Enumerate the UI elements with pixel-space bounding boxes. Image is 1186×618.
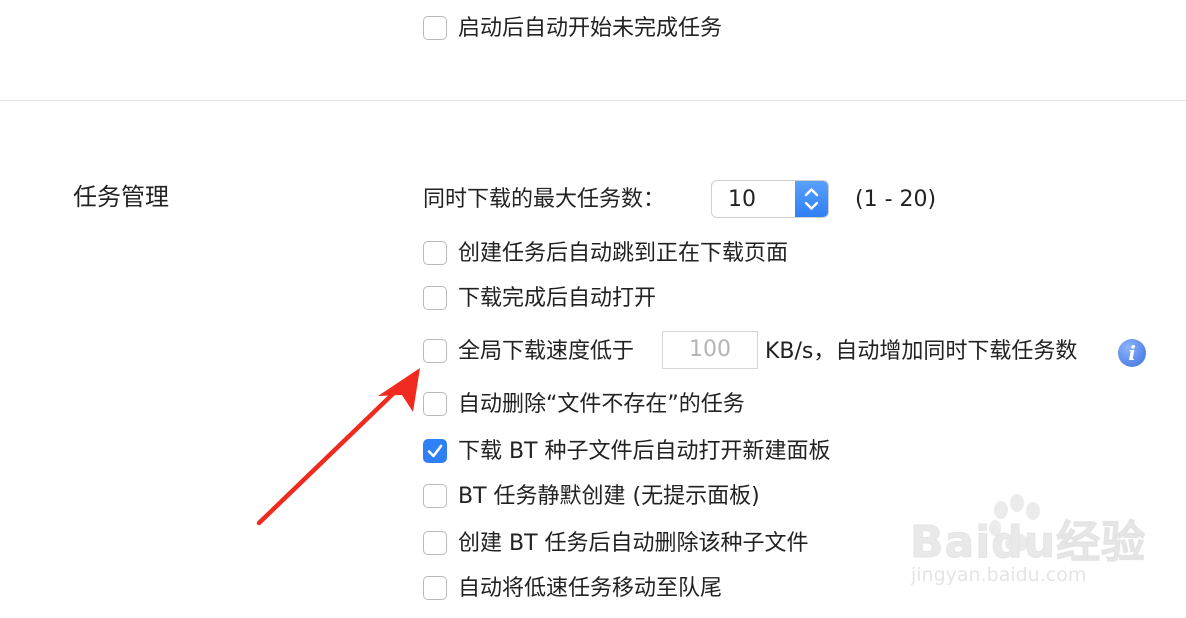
checkbox-jump-to-downloading[interactable] — [423, 241, 447, 265]
speed-threshold-input[interactable]: 100 — [662, 331, 758, 369]
label-auto-start-unfinished: 启动后自动开始未完成任务 — [458, 16, 723, 41]
label-bt-silent-create: BT 任务静默创建 (无提示面板) — [458, 484, 760, 509]
section-divider — [0, 100, 1186, 101]
watermark-logo-text: Baidu经验 — [909, 517, 1147, 569]
info-icon[interactable]: i — [1118, 339, 1146, 367]
max-tasks-label: 同时下载的最大任务数： — [423, 187, 666, 212]
checkbox-auto-start-unfinished[interactable] — [423, 16, 447, 40]
chevron-up-down-icon — [804, 188, 819, 210]
label-delete-missing-file-tasks: 自动删除“文件不存在”的任务 — [458, 392, 745, 417]
label-move-slow-to-end: 自动将低速任务移动至队尾 — [458, 576, 723, 601]
max-tasks-range: (1 - 20) — [855, 187, 937, 212]
max-tasks-stepper[interactable]: 10 — [711, 180, 829, 218]
label-jump-to-downloading: 创建任务后自动跳到正在下载页面 — [458, 241, 789, 266]
label-bt-delete-torrent: 创建 BT 任务后自动删除该种子文件 — [458, 531, 809, 556]
section-title-task-management: 任务管理 — [73, 183, 169, 211]
label-low-speed-suffix: KB/s，自动增加同时下载任务数 — [765, 339, 1078, 364]
label-bt-open-new-panel: 下载 BT 种子文件后自动打开新建面板 — [458, 439, 831, 464]
stepper-arrows[interactable] — [795, 181, 828, 217]
checkbox-move-slow-to-end[interactable] — [423, 576, 447, 600]
label-low-speed: 全局下载速度低于 — [458, 339, 635, 364]
checkbox-open-after-download[interactable] — [423, 286, 447, 310]
label-open-after-download: 下载完成后自动打开 — [458, 286, 657, 311]
max-tasks-value: 10 — [728, 187, 756, 212]
red-arrow-annotation — [256, 368, 420, 526]
baidu-jingyan-watermark: Baidu经验 jingyan.baidu.com — [905, 488, 1175, 593]
watermark-url: jingyan.baidu.com — [911, 564, 1087, 586]
